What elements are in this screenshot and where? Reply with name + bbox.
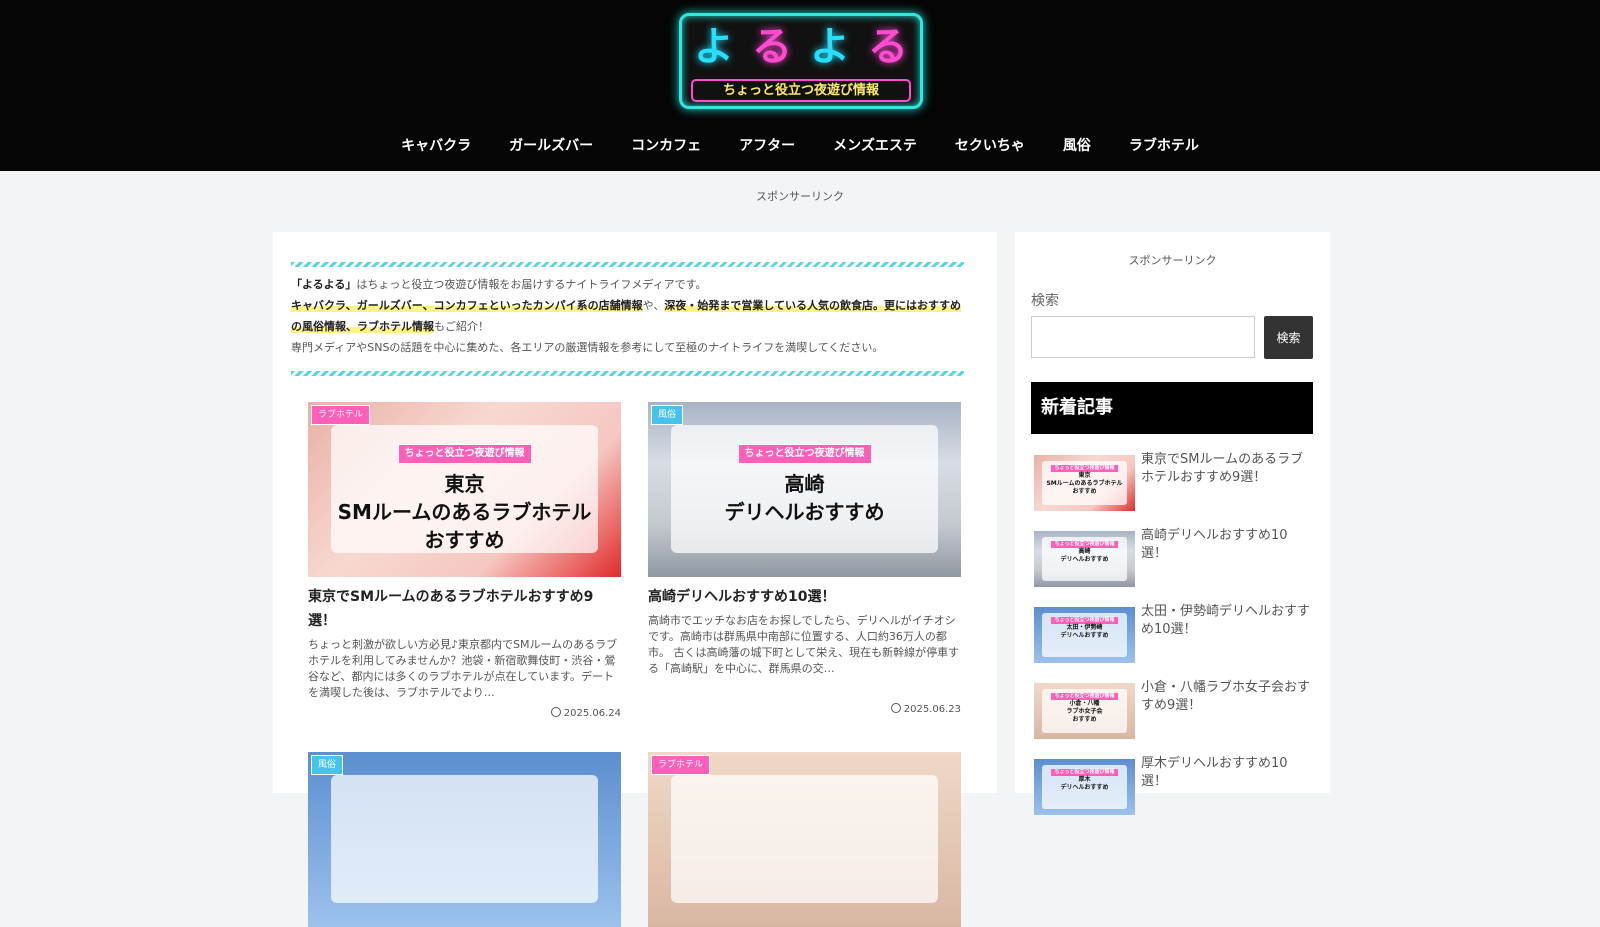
side-thumbnail-tag: ちょっと役立つ夜遊び情報 [1051, 541, 1118, 548]
clock-icon [550, 707, 561, 717]
nav-item-girls-bar[interactable]: ガールズバー [490, 131, 612, 161]
side-post-title[interactable]: 太田・伊勢崎デリヘルおすすめ10選！ [1141, 603, 1313, 639]
category-badge: 風俗 [311, 755, 344, 775]
main-content: 「よるよる」はちょっと役立つ夜遊び情報をお届けするナイトライフメディアです。 キ… [273, 232, 997, 927]
nav-item-after[interactable]: アフター [720, 131, 814, 161]
category-badge: ラブホテル [651, 755, 711, 775]
side-post-thumbnail[interactable]: ちょっと役立つ夜遊び情報 高崎 デリヘルおすすめ [1034, 531, 1135, 587]
article-title[interactable]: 東京でSMルームのあるラブホテルおすすめ9選！ [308, 585, 621, 633]
side-thumbnail-text: 厚木 デリヘルおすすめ [1060, 776, 1109, 791]
nav-item-kyabakura[interactable]: キャバクラ [382, 131, 490, 161]
side-thumbnail-overlay: ちょっと役立つ夜遊び情報 高崎 デリヘルおすすめ [1042, 537, 1127, 581]
intro-site-name: 「よるよる」 [291, 278, 357, 291]
article-excerpt: 高崎市でエッチなお店をお探しでしたら、デリヘルがイチオシです。高崎市は群馬県中南… [648, 614, 960, 675]
side-thumbnail-text: 太田・伊勢崎 デリヘルおすすめ [1060, 624, 1109, 639]
intro-line2-end: もご紹介！ [434, 320, 489, 333]
logo-tagline: ちょっと役立つ夜遊び情報 [691, 79, 911, 102]
sponsor-label: スポンサーリンク [756, 190, 844, 203]
thumbnail-overlay: ちょっと役立つ夜遊び情報 高崎 デリヘルおすすめ [671, 425, 938, 553]
logo-letter: よ [810, 24, 850, 70]
side-thumbnail-tag: ちょっと役立つ夜遊び情報 [1051, 465, 1118, 472]
nav-item-sekuicha[interactable]: セクいちゃ [936, 131, 1044, 161]
thumbnail-text: 高崎 デリヘルおすすめ [724, 472, 885, 524]
article-card[interactable]: ラブホテル [648, 752, 961, 927]
article-date-text: 2025.06.23 [903, 704, 961, 715]
side-thumbnail-overlay: ちょっと役立つ夜遊び情報 小倉・八幡 ラブホ女子会 おすすめ [1042, 689, 1127, 733]
side-post[interactable]: ちょっと役立つ夜遊び情報 厚木 デリヘルおすすめ 厚木デリヘルおすすめ10選！ [1031, 754, 1313, 815]
main-nav: キャバクラ ガールズバー コンカフェ アフター メンズエステ セクいちゃ 風俗 … [0, 131, 1600, 161]
side-thumbnail-text: 東京 SMルームのあるラブホテル おすすめ [1046, 472, 1123, 495]
side-thumbnail-tag: ちょっと役立つ夜遊び情報 [1051, 769, 1118, 776]
side-thumbnail-overlay: ちょっと役立つ夜遊び情報 東京 SMルームのあるラブホテル おすすめ [1042, 461, 1127, 505]
side-thumbnail-tag: ちょっと役立つ夜遊び情報 [1051, 617, 1118, 624]
logo-letter: る [752, 24, 792, 70]
intro-connector: や、 [642, 299, 665, 312]
nav-item-concafe[interactable]: コンカフェ [612, 131, 720, 161]
article-excerpt: ちょっと刺激が欲しい方必見♪東京都内でSMルームのあるラブホテルを利用してみませ… [308, 638, 618, 699]
article-thumbnail[interactable]: ちょっと役立つ夜遊び情報 高崎 デリヘルおすすめ 風俗 [648, 402, 961, 577]
article-card[interactable]: ちょっと役立つ夜遊び情報 東京 SMルームのあるラブホテル おすすめ ラブホテル… [308, 402, 621, 719]
stripe-divider [291, 371, 964, 376]
side-thumbnail-tag: ちょっと役立つ夜遊び情報 [1051, 693, 1118, 700]
sponsor-label: スポンサーリンク [1128, 254, 1217, 267]
thumbnail-tag: ちょっと役立つ夜遊び情報 [737, 444, 872, 464]
clock-icon [890, 703, 901, 713]
side-post-thumbnail[interactable]: ちょっと役立つ夜遊び情報 小倉・八幡 ラブホ女子会 おすすめ [1034, 683, 1135, 739]
side-thumbnail-text: 小倉・八幡 ラブホ女子会 おすすめ [1066, 700, 1103, 723]
article-thumbnail[interactable]: ラブホテル [648, 752, 961, 927]
side-post[interactable]: ちょっと役立つ夜遊び情報 高崎 デリヘルおすすめ 高崎デリヘルおすすめ10選！ [1031, 526, 1313, 587]
search-button[interactable]: 検索 [1264, 316, 1313, 359]
article-title[interactable]: 高崎デリヘルおすすめ10選！ [648, 585, 961, 609]
article-thumbnail[interactable]: ちょっと役立つ夜遊び情報 東京 SMルームのあるラブホテル おすすめ ラブホテル [308, 402, 621, 577]
nav-item-mens-esthe[interactable]: メンズエステ [814, 131, 936, 161]
category-badge: 風俗 [651, 405, 684, 425]
side-thumbnail-overlay: ちょっと役立つ夜遊び情報 太田・伊勢崎 デリヘルおすすめ [1042, 613, 1127, 657]
side-post[interactable]: ちょっと役立つ夜遊び情報 太田・伊勢崎 デリヘルおすすめ 太田・伊勢崎デリヘルお… [1031, 602, 1313, 663]
side-post-title[interactable]: 高崎デリヘルおすすめ10選！ [1141, 527, 1313, 563]
search-label: 検索 [1031, 293, 1059, 309]
article-card[interactable]: ちょっと役立つ夜遊び情報 高崎 デリヘルおすすめ 風俗 高崎デリヘルおすすめ10… [648, 402, 961, 715]
article-thumbnail[interactable]: 風俗 [308, 752, 621, 927]
side-post-title[interactable]: 東京でSMルームのあるラブホテルおすすめ9選！ [1141, 451, 1313, 487]
nav-item-love-hotel[interactable]: ラブホテル [1110, 131, 1218, 161]
category-badge: ラブホテル [311, 405, 371, 425]
thumbnail-overlay: ちょっと役立つ夜遊び情報 東京 SMルームのあるラブホテル おすすめ [331, 425, 598, 553]
nav-item-fuzoku[interactable]: 風俗 [1044, 131, 1110, 161]
thumbnail-tag: ちょっと役立つ夜遊び情報 [397, 444, 532, 464]
intro-line3: 専門メディアやSNSの話題を中心に集めた、各エリアの厳選情報を参考にして至極のナ… [291, 341, 884, 354]
side-post-thumbnail[interactable]: ちょっと役立つ夜遊び情報 太田・伊勢崎 デリヘルおすすめ [1034, 607, 1135, 663]
thumbnail-text: 東京 SMルームのあるラブホテル おすすめ [337, 472, 592, 552]
thumbnail-overlay [671, 775, 938, 903]
new-posts-heading: 新着記事 [1031, 382, 1313, 434]
site-header: よ る よ る ちょっと役立つ夜遊び情報 キャバクラ ガールズバー コンカフェ … [0, 0, 1600, 171]
logo-letter: る [868, 24, 908, 70]
side-post[interactable]: ちょっと役立つ夜遊び情報 東京 SMルームのあるラブホテル おすすめ 東京でSM… [1031, 450, 1313, 511]
side-post-title[interactable]: 厚木デリヘルおすすめ10選！ [1141, 755, 1313, 791]
article-card[interactable]: 風俗 [308, 752, 621, 927]
side-post-thumbnail[interactable]: ちょっと役立つ夜遊び情報 東京 SMルームのあるラブホテル おすすめ [1034, 455, 1135, 511]
side-post[interactable]: ちょっと役立つ夜遊び情報 小倉・八幡 ラブホ女子会 おすすめ 小倉・八幡ラブホ女… [1031, 678, 1313, 739]
side-thumbnail-text: 高崎 デリヘルおすすめ [1060, 548, 1109, 563]
article-date: 2025.06.23 [648, 703, 961, 715]
thumbnail-overlay [331, 775, 598, 903]
intro-text: 「よるよる」はちょっと役立つ夜遊び情報をお届けするナイトライフメディアです。 キ… [291, 266, 963, 384]
article-date-text: 2025.06.24 [563, 708, 621, 719]
side-post-title[interactable]: 小倉・八幡ラブホ女子会おすすめ9選！ [1141, 679, 1313, 715]
intro-line1: はちょっと役立つ夜遊び情報をお届けするナイトライフメディアです。 [356, 278, 707, 291]
article-date: 2025.06.24 [308, 707, 621, 719]
sidebar: スポンサーリンク 検索 検索 新着記事 ちょっと役立つ夜遊び情報 東京 SMルー… [1015, 232, 1330, 815]
logo-letter: よ [694, 24, 734, 70]
search-input[interactable] [1031, 316, 1255, 358]
side-post-thumbnail[interactable]: ちょっと役立つ夜遊び情報 厚木 デリヘルおすすめ [1034, 759, 1135, 815]
side-thumbnail-overlay: ちょっと役立つ夜遊び情報 厚木 デリヘルおすすめ [1042, 765, 1127, 809]
site-logo[interactable]: よ る よ る ちょっと役立つ夜遊び情報 [679, 13, 923, 109]
logo-wordmark: よ る よ る [694, 22, 908, 72]
intro-highlight: キャバクラ、ガールズバー、コンカフェといったカンパイ系の店舗情報 [291, 299, 643, 312]
